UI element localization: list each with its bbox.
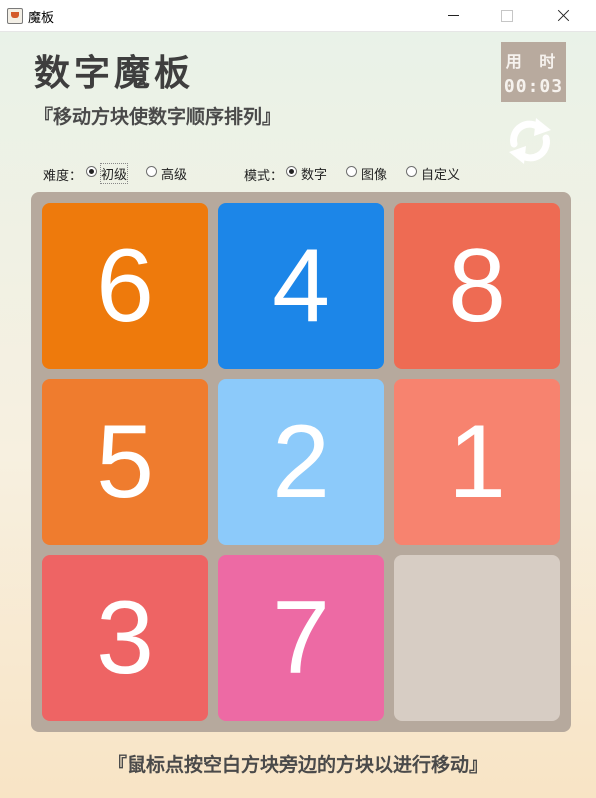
empty-tile[interactable] xyxy=(394,555,560,721)
tile-6[interactable]: 1 xyxy=(394,379,560,545)
tile-2[interactable]: 4 xyxy=(218,203,384,369)
tile-5[interactable]: 2 xyxy=(218,379,384,545)
mode-radio-custom[interactable] xyxy=(406,166,417,177)
mode-radio-number[interactable] xyxy=(286,166,297,177)
difficulty-radio-beginner[interactable] xyxy=(86,166,97,177)
minimize-button[interactable] xyxy=(430,0,476,31)
timer-label: 用 时 xyxy=(505,52,562,71)
mode-option-image[interactable]: 图像 xyxy=(361,164,387,183)
maximize-button[interactable] xyxy=(484,0,530,31)
timer-panel: 用 时 00:03 xyxy=(501,42,566,102)
mode-option-number[interactable]: 数字 xyxy=(301,164,327,183)
refresh-icon[interactable] xyxy=(505,114,555,168)
difficulty-option-beginner[interactable]: 初级 xyxy=(99,163,129,184)
java-app-icon xyxy=(7,8,23,24)
title-bar: 魔板 xyxy=(0,0,596,32)
main-panel: 数字魔板 『移动方块使数字顺序排列』 用 时 00:03 难度： 初级 高级 模… xyxy=(0,32,596,798)
window-title: 魔板 xyxy=(28,11,55,26)
mode-radio-image[interactable] xyxy=(346,166,357,177)
tile-8[interactable]: 7 xyxy=(218,555,384,721)
tile-3[interactable]: 8 xyxy=(394,203,560,369)
app-title: 数字魔板 xyxy=(34,52,195,94)
difficulty-radio-advanced[interactable] xyxy=(146,166,157,177)
tile-4[interactable]: 5 xyxy=(42,379,208,545)
instruction-text: 『鼠标点按空白方块旁边的方块以进行移动』 xyxy=(107,754,488,776)
tile-1[interactable]: 6 xyxy=(42,203,208,369)
tile-7[interactable]: 3 xyxy=(42,555,208,721)
difficulty-label: 难度： xyxy=(43,169,83,184)
puzzle-board: 6 4 8 5 2 1 3 7 xyxy=(31,192,571,732)
timer-value: 00:03 xyxy=(503,76,564,97)
difficulty-option-advanced[interactable]: 高级 xyxy=(161,164,187,183)
subtitle: 『移动方块使数字顺序排列』 xyxy=(34,106,282,128)
mode-option-custom[interactable]: 自定义 xyxy=(421,164,460,183)
close-button[interactable] xyxy=(540,0,586,31)
mode-label: 模式： xyxy=(244,169,284,184)
